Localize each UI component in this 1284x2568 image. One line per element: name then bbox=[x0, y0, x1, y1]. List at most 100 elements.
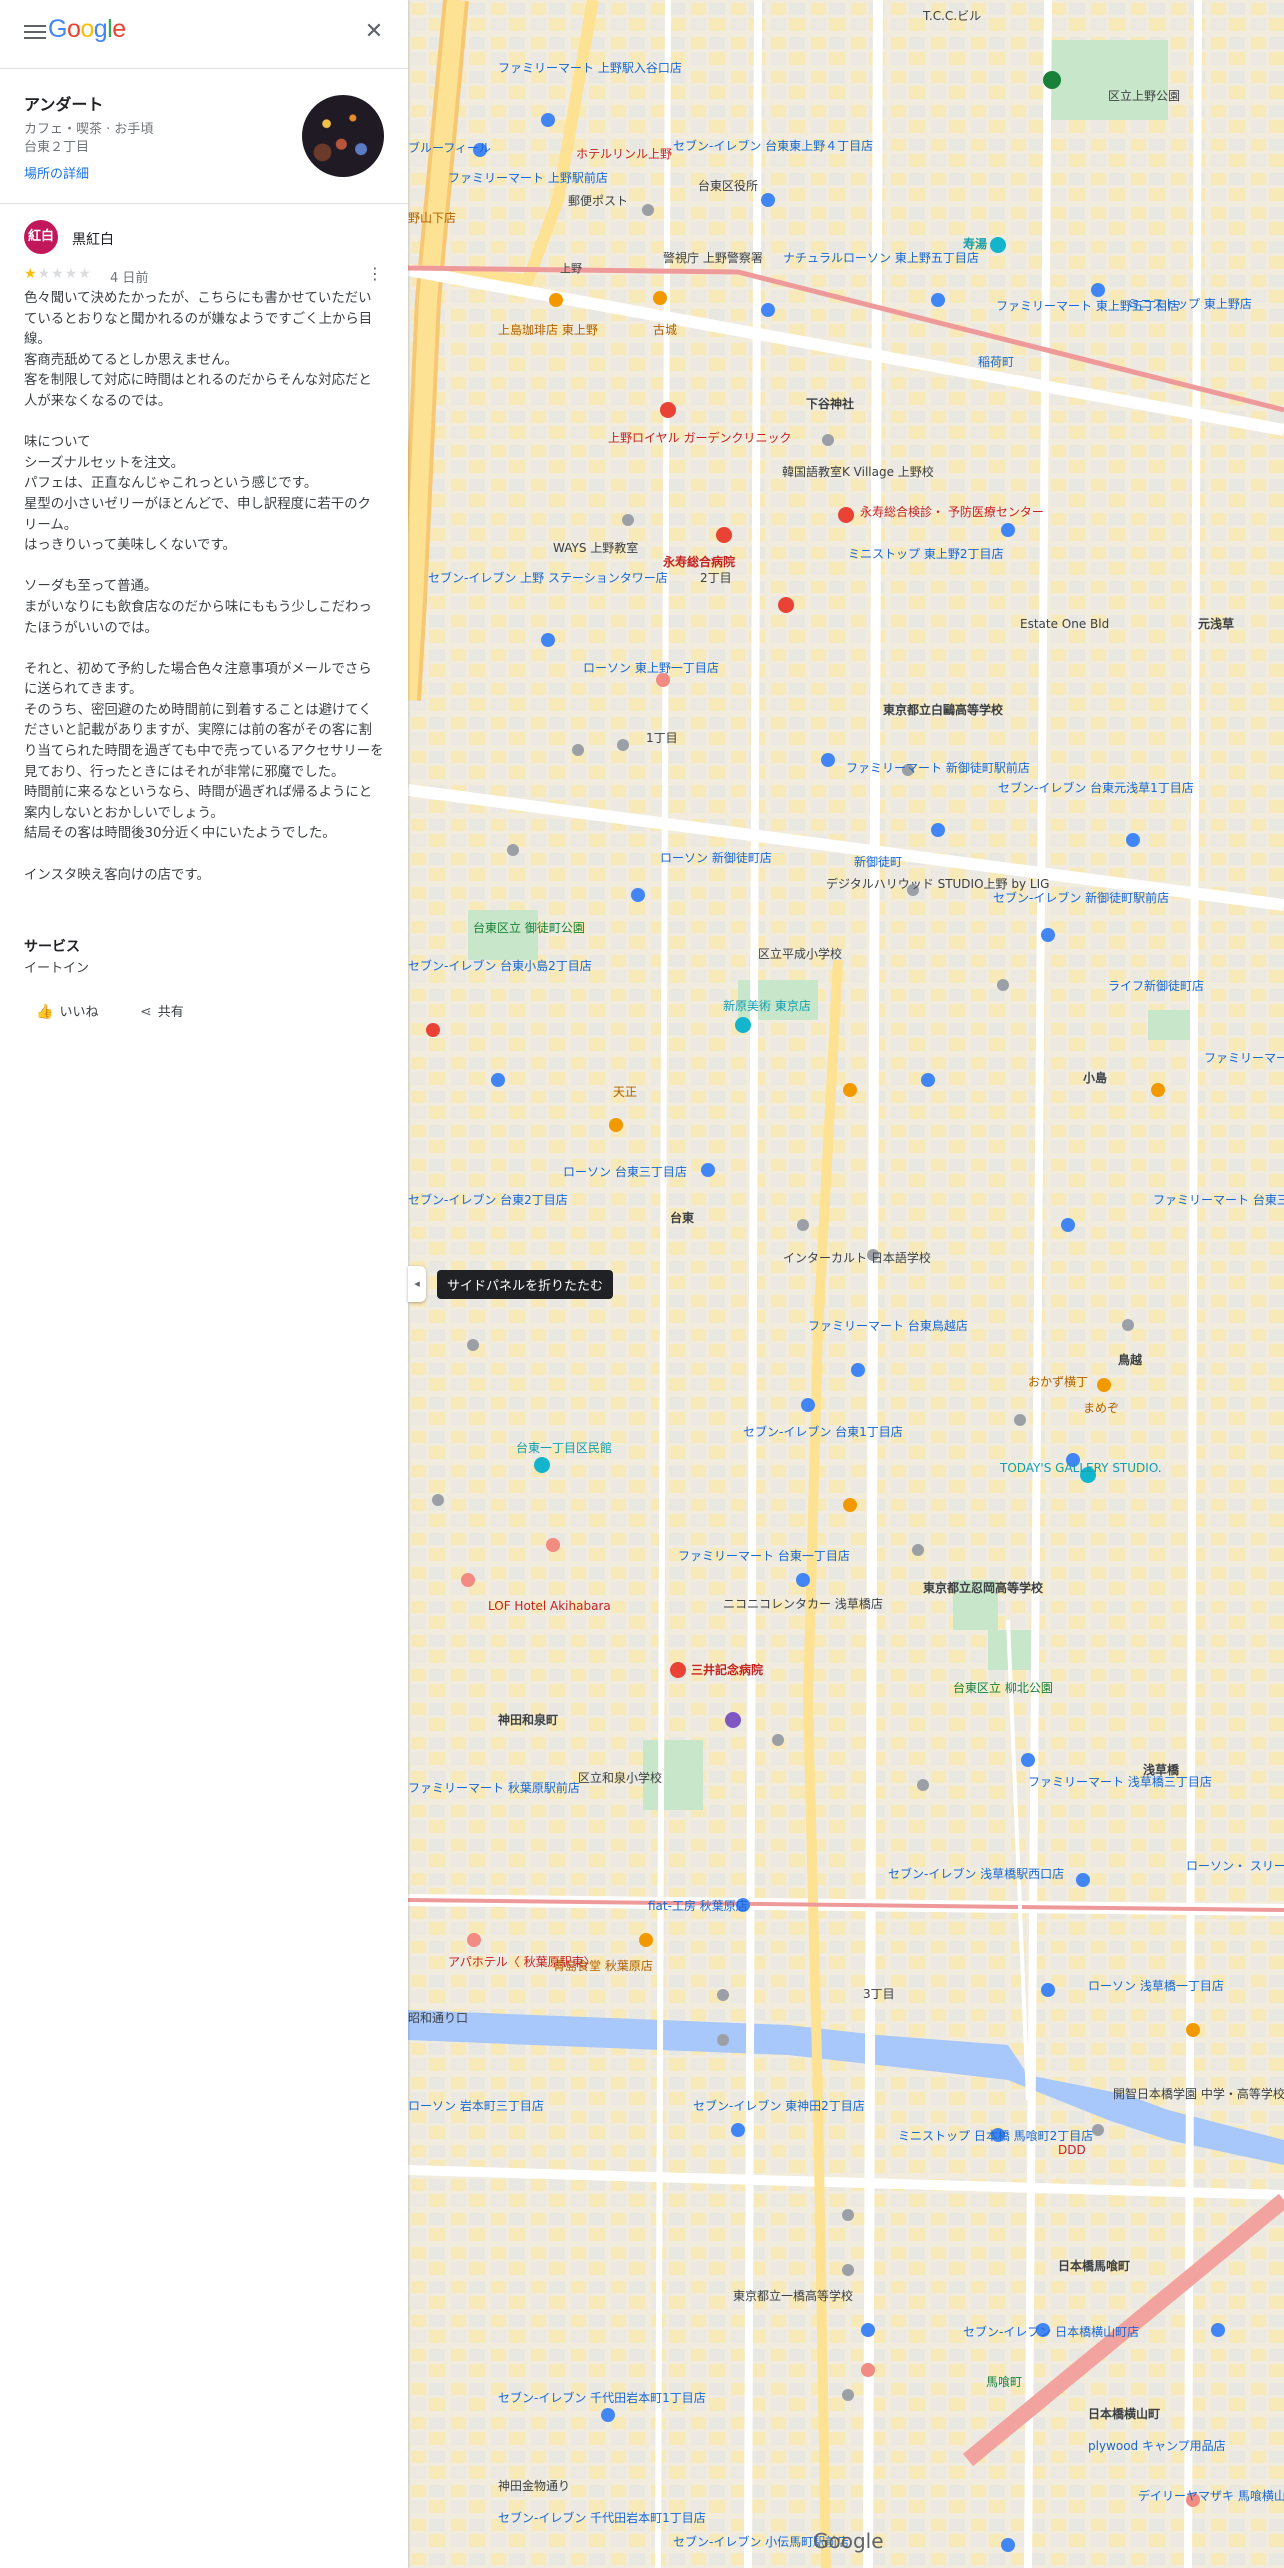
map-label: 新御徒町 bbox=[854, 854, 902, 869]
map-label: 区立平成小学校 bbox=[758, 946, 842, 961]
review-text: 色々聞いて決めたかったが、こちらにも書かせていただいているとおりなと聞かれるのが… bbox=[24, 291, 384, 883]
collapse-panel-button[interactable]: ◂ bbox=[408, 1266, 426, 1302]
map-label: 昭和通り口 bbox=[408, 2011, 468, 2025]
map-label: LOF Hotel Akihabara bbox=[488, 1599, 611, 1613]
map-label: 神田金物通り bbox=[498, 2478, 570, 2493]
map-label: ローソン 台東三丁目店 bbox=[563, 1164, 687, 1179]
map-label: 韓国語教室K Village 上野校 bbox=[782, 464, 934, 479]
map-label: 神田和泉町 bbox=[498, 1712, 558, 1727]
map-label: 稲荷町 bbox=[978, 355, 1014, 369]
review-author[interactable]: 黒紅白 bbox=[72, 229, 114, 249]
map-label: セブン-イレブン 東神田2丁目店 bbox=[693, 2098, 865, 2113]
map-label: セブン-イレブン 千代田岩本町1丁目店 bbox=[498, 2510, 706, 2525]
map-label: 区立上野公園 bbox=[1108, 88, 1180, 103]
map-label: 永寿総合病院 bbox=[662, 554, 735, 569]
side-panel: Google ✕ アンダート カフェ・喫茶 · お手頃 台東２丁目 場所の詳細 … bbox=[0, 0, 408, 2568]
map-label: セブン-イレブン 新御徒町駅前店 bbox=[993, 890, 1169, 905]
map-label: セブン-イレブン 台東東上野４丁目店 bbox=[673, 138, 873, 153]
map-label: 台東区役所 bbox=[698, 178, 758, 193]
map-label: ミニストップ 東上野2丁目店 bbox=[848, 547, 1003, 561]
thumb-up-icon: 👍 bbox=[36, 1004, 54, 1020]
map-label: ファミリーマート 秋葉原駅前店 bbox=[408, 1780, 580, 1795]
map-label: 古城 bbox=[653, 322, 677, 337]
map-label: まめぞ bbox=[1083, 1401, 1119, 1415]
map-label: ファミリーマート 台東鳥越店 bbox=[808, 1318, 968, 1333]
map-label: 上野ロイヤル ガーデンクリニック bbox=[608, 430, 791, 445]
service-value: イートイン bbox=[24, 961, 90, 976]
like-label: いいね bbox=[59, 1005, 99, 1020]
map-label: 上野 bbox=[560, 262, 582, 275]
place-area: 台東２丁目 bbox=[24, 140, 90, 155]
map-label: ファミリーマート 上野駅前店 bbox=[448, 170, 608, 185]
place-photo[interactable] bbox=[302, 95, 384, 177]
map-label: 寿湯 bbox=[963, 236, 987, 251]
map-label: 区立和泉小学校 bbox=[578, 1770, 662, 1785]
map-label: セブン-イレブン 日本橋横山町店 bbox=[963, 2324, 1139, 2339]
map-label: 東京都立白鷗高等学校 bbox=[883, 702, 1004, 717]
close-icon[interactable]: ✕ bbox=[362, 20, 386, 44]
more-vert-icon[interactable]: ⋮ bbox=[365, 264, 385, 284]
map-label: アパホテル〈 秋葉原駅東〉 bbox=[448, 1955, 596, 1969]
map-label: 下谷神社 bbox=[806, 396, 854, 411]
map-label: ニコニコレンタカー 浅草橋店 bbox=[723, 1597, 883, 1611]
map-label: ローソン 新御徒町店 bbox=[660, 850, 772, 865]
map-label: セブン-イレブン 上野 ステーションタワー店 bbox=[428, 570, 668, 585]
map-label: ファミリーマート 浅草橋三丁目店 bbox=[1028, 1775, 1212, 1789]
map-label: ローソン 浅草橋一丁目店 bbox=[1088, 1979, 1224, 1993]
map-label: ライフ新御徒町店 bbox=[1108, 978, 1204, 993]
map-label: セブン-イレブン 台東2丁目店 bbox=[408, 1192, 568, 1207]
map-label: 新原美術 東京店 bbox=[723, 998, 811, 1013]
like-button[interactable]: 👍 いいね bbox=[36, 997, 98, 1027]
map-label: 日本橋横山町 bbox=[1088, 2406, 1160, 2421]
map-label: 台東 bbox=[670, 1210, 694, 1225]
map-label: 小島 bbox=[1083, 1070, 1107, 1085]
top-bar: Google ✕ bbox=[0, 0, 408, 69]
map-label: 警視庁 上野警察署 bbox=[663, 250, 763, 265]
map-label: 台東一丁目区民館 bbox=[516, 1440, 612, 1455]
map-label: WAYS 上野教室 bbox=[553, 540, 638, 555]
map-label: デイリーヤマザキ 馬喰横山駅前店 bbox=[1138, 2488, 1284, 2503]
share-label: 共有 bbox=[157, 1005, 184, 1020]
map-label: ファミリーマート 台東三筋一丁目店 bbox=[1153, 1192, 1284, 1207]
map-label: セブン-イレブン 台東小島2丁目店 bbox=[408, 958, 592, 973]
map-label: 1丁目 bbox=[646, 731, 678, 745]
map-label: DDD bbox=[1058, 2143, 1086, 2157]
star-icon: ★★★★ bbox=[37, 266, 92, 282]
map-label: 元浅草 bbox=[1198, 616, 1234, 631]
avatar[interactable]: 紅白 bbox=[24, 220, 58, 254]
map-label: セブン-イレブン 台東1丁目店 bbox=[743, 1424, 903, 1439]
map-label: セブン-イレブン 台東元浅草1丁目店 bbox=[998, 780, 1194, 795]
map-label: ローソン 東上野一丁目店 bbox=[583, 661, 719, 675]
map-label: 永寿総合検診・ 予防医療センター bbox=[860, 504, 1044, 519]
map-label: ローソン 岩本町三丁目店 bbox=[408, 2098, 544, 2113]
map-label: T.C.C.ビル bbox=[922, 9, 981, 23]
map-label: ミニストップ 日本橋 馬喰町2丁目店 bbox=[898, 2128, 1093, 2143]
map-label: インターカルト 日本語学校 bbox=[783, 1250, 931, 1265]
share-button[interactable]: ⋖ 共有 bbox=[140, 997, 184, 1027]
map-label: 鳥越 bbox=[1118, 1352, 1143, 1367]
map-label: 東京都立一橋高等学校 bbox=[733, 2288, 853, 2303]
map-label: ホテルリンル上野 bbox=[576, 147, 672, 161]
map-label: 開智日本橋学園 中学・高等学校 bbox=[1113, 2086, 1284, 2101]
review-date: 4 日前 bbox=[110, 271, 149, 286]
map-label: 野山下店 bbox=[408, 211, 456, 225]
map-label: 三井記念病院 bbox=[691, 1662, 763, 1677]
map-label: TODAY'S GALLERY STUDIO. bbox=[999, 1461, 1162, 1475]
map-label: 台東区立 柳北公園 bbox=[953, 1680, 1053, 1695]
map-label: ファミリーマート 新御徒町駅前店 bbox=[846, 760, 1030, 775]
place-details-link[interactable]: 場所の詳細 bbox=[24, 163, 89, 182]
map-label: ブルーフィール bbox=[408, 140, 491, 155]
place-category: カフェ・喫茶 · お手頃 bbox=[24, 122, 154, 137]
map-label: 浅草橋 bbox=[1143, 1762, 1180, 1777]
map-label: ファミリーマート 台東三丁目店 bbox=[1204, 1050, 1284, 1065]
map-label: 2丁目 bbox=[700, 571, 732, 585]
map-label: セブン-イレブン 千代田岩本町1丁目店 bbox=[498, 2390, 706, 2405]
google-logo[interactable]: Google bbox=[48, 15, 126, 44]
map-label: 郵便ポスト bbox=[568, 194, 628, 208]
google-attribution: Google bbox=[813, 2529, 884, 2553]
map-label: デジタルハリウッド STUDIO上野 by LIG bbox=[826, 876, 1049, 891]
star-icon: ★ bbox=[24, 266, 38, 282]
hamburger-icon[interactable] bbox=[24, 22, 46, 40]
map-label: 台東区立 御徒町公園 bbox=[473, 920, 585, 935]
service-title: サービス bbox=[24, 939, 80, 955]
